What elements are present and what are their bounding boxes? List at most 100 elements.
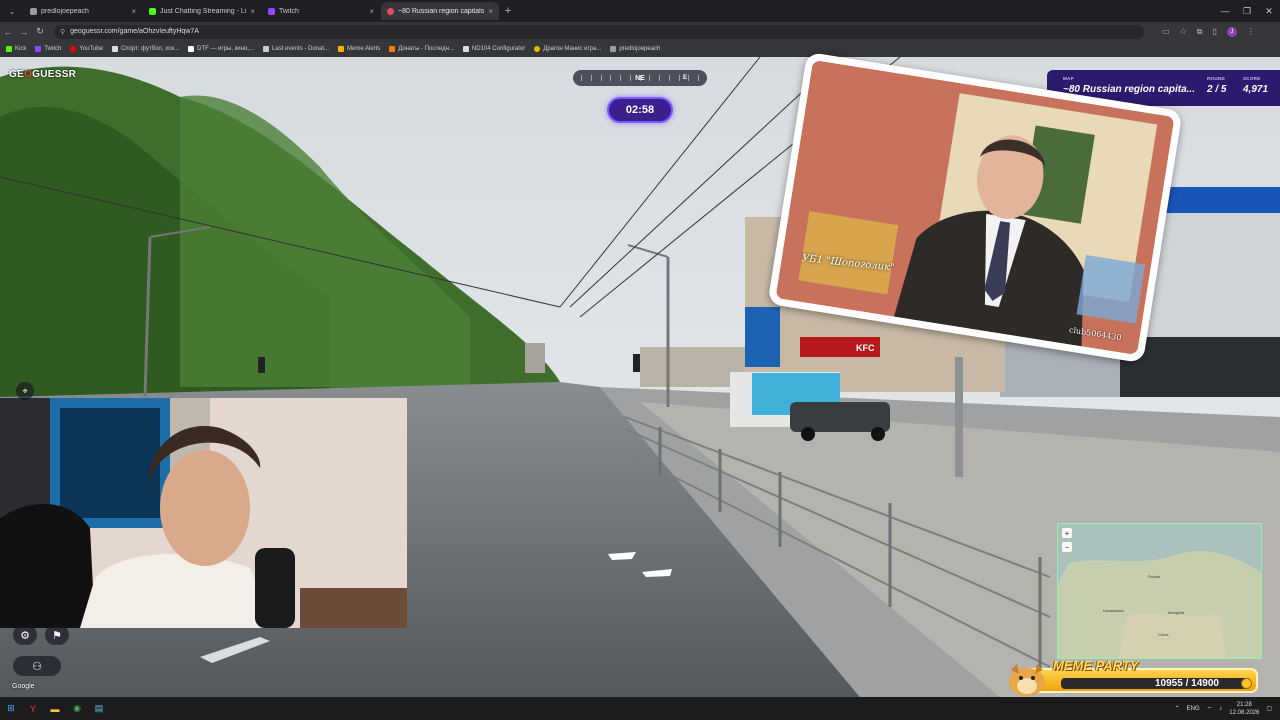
close-tab-icon[interactable]: × xyxy=(131,7,136,16)
tab-favicon-icon xyxy=(30,7,37,15)
menu-kebab-icon[interactable]: ⋮ xyxy=(1247,27,1255,37)
map-label-russia: Russia xyxy=(1148,574,1161,579)
meme-video-image xyxy=(775,59,1175,356)
bookmark-item[interactable]: ND104 Configurator xyxy=(462,46,525,52)
guess-minimap[interactable]: + − Russia Kazakhstan Mongolia China xyxy=(1057,523,1262,659)
screen: ⌄ predlojoepeach × Just Chatting Streami… xyxy=(0,0,1280,720)
minimize-icon[interactable]: — xyxy=(1214,0,1236,22)
volume-icon[interactable]: ♪ xyxy=(1219,706,1222,712)
tab-favicon-icon xyxy=(387,7,394,15)
tab-geoguessr[interactable]: ~80 Russian region capitals × xyxy=(381,2,499,20)
close-tab-icon[interactable]: × xyxy=(369,7,374,16)
windows-start-icon[interactable]: ⊞ xyxy=(0,697,22,720)
round-timer: 02:58 xyxy=(607,97,673,123)
maximize-icon[interactable]: ❐ xyxy=(1236,0,1258,22)
system-tray: ⌃ ENG ⌔ ♪ 21:28 12.08.2026 ▢ xyxy=(1175,697,1272,720)
map-label-mongolia: Mongolia xyxy=(1168,610,1185,615)
tab-search-icon[interactable]: ⌄ xyxy=(0,0,24,22)
round-value: 2 / 5 xyxy=(1207,84,1227,95)
meme-party-count: 10955 / 14900 xyxy=(1155,678,1219,689)
bookmark-item[interactable]: Meme Alerts xyxy=(338,46,380,52)
webcam-image xyxy=(0,398,407,628)
chrome-icon[interactable]: ◉ xyxy=(66,697,88,720)
bookmark-icon xyxy=(70,46,77,52)
window-controls: — ❐ ✕ xyxy=(1214,0,1280,22)
windows-taskbar: ⊞ Y ▬ ◉ ▤ ⌃ ENG ⌔ ♪ 21:28 12.08.2026 ▢ xyxy=(0,697,1280,720)
bookmark-icon xyxy=(262,46,269,52)
zoom-in-button[interactable]: + xyxy=(1062,528,1072,538)
bookmark-icon xyxy=(389,46,396,52)
bookmark-item[interactable]: Спорт: футбол, хок... xyxy=(111,46,179,52)
webcam-feed xyxy=(0,398,407,628)
geoguessr-logo[interactable]: GEOGUESSR xyxy=(9,69,76,80)
meme-party-title: MEME PARTY xyxy=(1053,658,1139,673)
sidebar-icon[interactable]: ▯ xyxy=(1212,27,1216,37)
map-label-kazakhstan: Kazakhstan xyxy=(1103,608,1124,613)
bookmark-item[interactable]: Драгон Манис игра... xyxy=(534,46,601,52)
close-tab-icon[interactable]: × xyxy=(250,7,255,16)
compass-east-label: E xyxy=(683,75,688,81)
notifications-icon[interactable]: ▢ xyxy=(1266,705,1272,712)
close-window-icon[interactable]: ✕ xyxy=(1258,0,1280,22)
zoom-out-button[interactable]: − xyxy=(1062,542,1072,552)
map-value: ~80 Russian region capita... xyxy=(1063,84,1195,95)
compass-strip[interactable]: NE E xyxy=(573,70,707,86)
players-icon: ⚇ xyxy=(32,660,42,673)
meme-video-frame: УБ1 "Шопоголик" club5064430 xyxy=(775,59,1175,356)
bookmark-item[interactable]: YouTube xyxy=(70,46,103,52)
map-label-china: China xyxy=(1158,632,1169,637)
back-icon[interactable]: ← xyxy=(0,27,16,37)
flag-checkpoint-icon[interactable]: ⚑ xyxy=(45,625,69,645)
map-label: MAP xyxy=(1063,76,1074,81)
meme-party-widget: MEME PARTY 10955 / 14900 xyxy=(1005,658,1258,696)
network-icon[interactable]: ⌔ xyxy=(1207,705,1213,713)
compass-heading: NE xyxy=(635,74,645,82)
bookmarks-bar: Kick Twitch YouTube Спорт: футбол, хок..… xyxy=(0,41,1280,57)
round-label: ROUND xyxy=(1207,76,1225,81)
cast-icon[interactable]: ▭ xyxy=(1162,27,1170,37)
bookmark-item[interactable]: Last events - Donat... xyxy=(262,46,329,52)
bookmark-icon xyxy=(111,46,118,52)
tab-predlojoepeach[interactable]: predlojoepeach × xyxy=(24,2,142,20)
location-pin-icon[interactable]: ⌖ xyxy=(16,382,34,400)
minimap-image xyxy=(1058,524,1261,658)
profile-avatar[interactable]: J xyxy=(1226,26,1237,37)
toolbar-icons: ▭ ☆ ⧉ ▯ J ⋮ xyxy=(1162,26,1255,37)
input-language[interactable]: ENG xyxy=(1187,706,1200,712)
score-value: 4,971 xyxy=(1243,84,1269,95)
bookmark-star-icon[interactable]: ☆ xyxy=(1180,27,1187,37)
browser-tabstrip: ⌄ predlojoepeach × Just Chatting Streami… xyxy=(0,0,1280,22)
bookmark-item[interactable]: Донаты - Последн... xyxy=(389,46,454,52)
system-clock[interactable]: 21:28 12.08.2026 xyxy=(1229,701,1259,717)
bookmark-item[interactable]: DTF — игры, кино,... xyxy=(188,46,254,52)
bookmark-item[interactable]: predlojoepeach xyxy=(610,46,660,52)
forward-icon[interactable]: → xyxy=(16,27,32,37)
site-info-icon[interactable]: ⚲ xyxy=(60,28,65,36)
new-tab-button[interactable]: + xyxy=(500,5,516,17)
notepad-icon[interactable]: ▤ xyxy=(88,697,110,720)
players-button[interactable]: ⚇ xyxy=(13,656,61,676)
tab-twitch[interactable]: Twitch × xyxy=(262,2,380,20)
tab-favicon-icon xyxy=(149,7,156,15)
bookmark-icon xyxy=(6,46,12,52)
tray-chevron-icon[interactable]: ⌃ xyxy=(1175,705,1180,712)
settings-gear-icon[interactable]: ⚙ xyxy=(13,625,37,645)
tab-kick[interactable]: Just Chatting Streaming - Live × xyxy=(143,2,261,20)
bookmark-icon xyxy=(35,46,42,52)
yandex-browser-icon[interactable]: Y xyxy=(22,697,44,720)
reload-icon[interactable]: ↻ xyxy=(32,26,48,37)
tab-favicon-icon xyxy=(268,7,275,15)
file-explorer-icon[interactable]: ▬ xyxy=(44,697,66,720)
google-watermark: Google xyxy=(12,683,35,690)
bookmark-icon xyxy=(462,46,469,52)
extensions-icon[interactable]: ⧉ xyxy=(1197,27,1203,37)
bookmark-icon xyxy=(610,46,617,52)
score-label: SCORE xyxy=(1243,76,1261,81)
url-input[interactable]: ⚲ geoguessr.com/game/aOhzvIeuftyHqw7A xyxy=(54,24,1144,39)
bookmark-icon xyxy=(188,46,195,52)
bookmark-item[interactable]: Kick xyxy=(6,46,26,52)
close-tab-icon[interactable]: × xyxy=(488,7,493,16)
bookmark-item[interactable]: Twitch xyxy=(35,46,61,52)
bookmark-icon xyxy=(338,46,344,52)
bookmark-icon xyxy=(534,46,541,52)
